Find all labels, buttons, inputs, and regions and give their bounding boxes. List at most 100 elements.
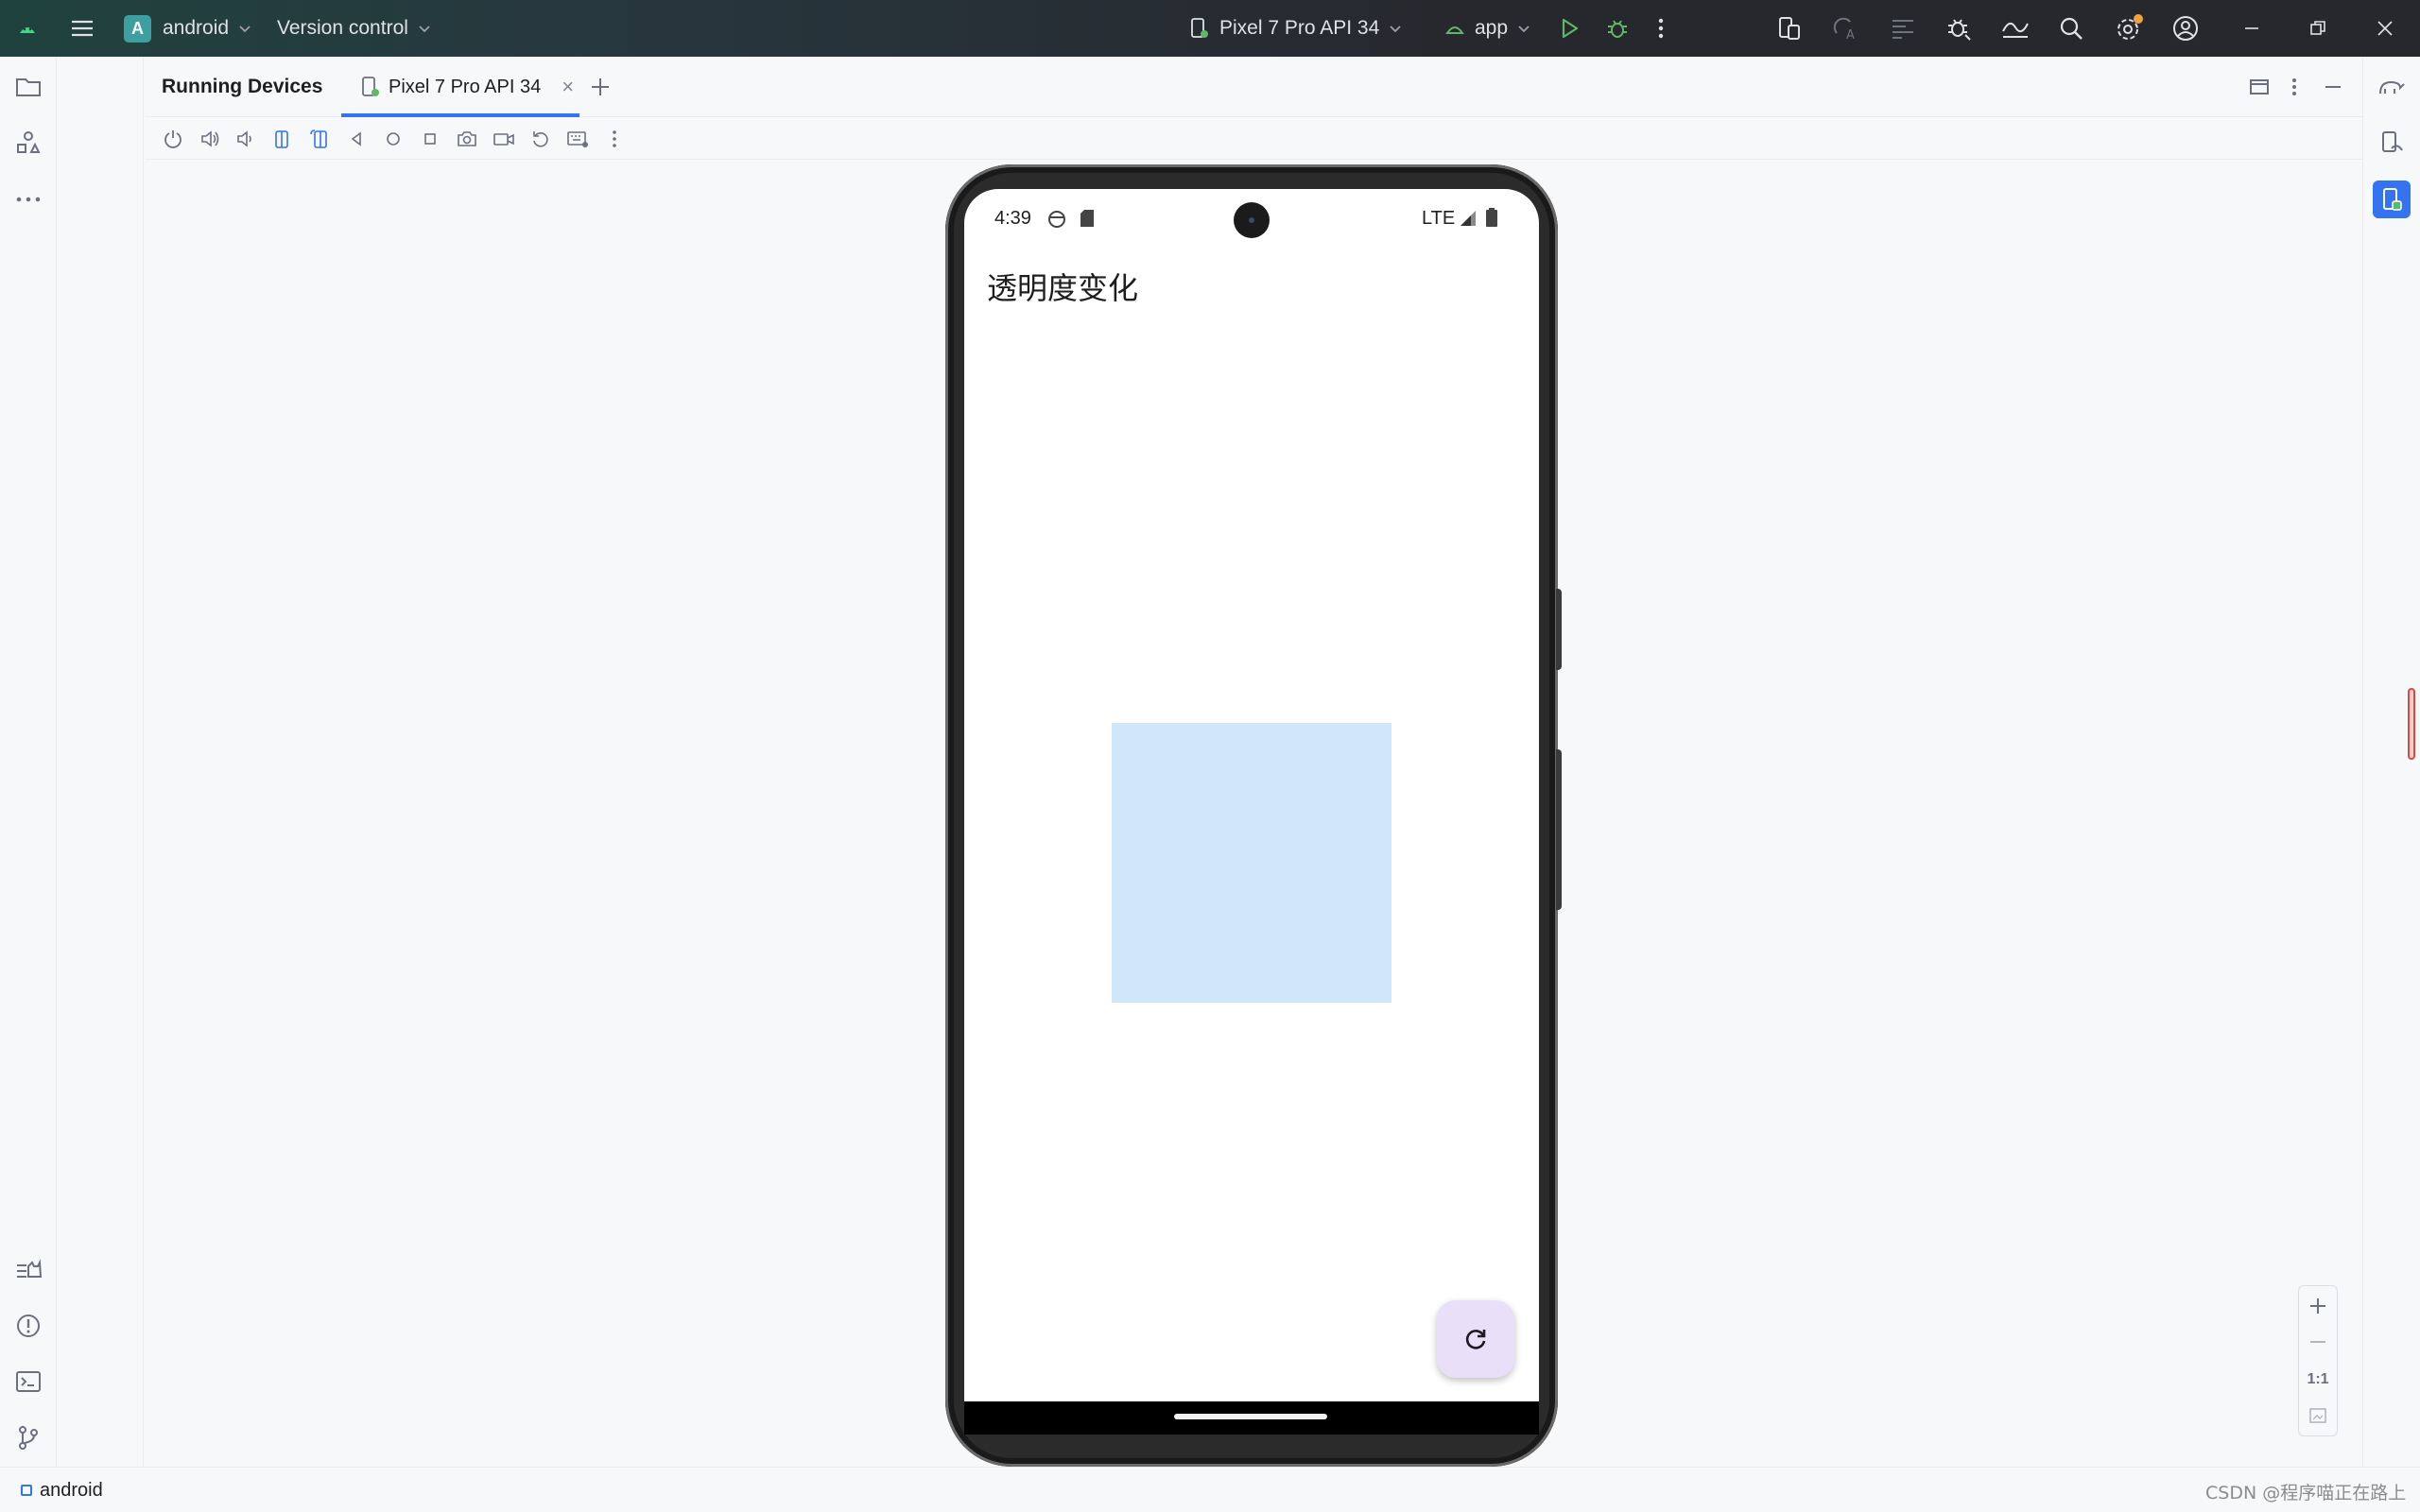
version-control-icon[interactable] [9, 1418, 47, 1456]
zoom-out-icon[interactable] [2299, 1324, 2337, 1360]
refresh-fab[interactable] [1437, 1300, 1514, 1378]
app-title: 透明度变化 [987, 270, 1139, 306]
more-actions-icon[interactable] [1657, 0, 1665, 57]
device-file-explorer-icon[interactable] [2373, 124, 2411, 162]
volume-rocker [1556, 749, 1562, 910]
android-status-bar: 4:39 LTE [964, 189, 1539, 249]
right-tool-strip [2362, 57, 2420, 1467]
logcat-icon[interactable] [9, 1251, 47, 1289]
run-button[interactable] [1557, 0, 1582, 57]
version-control-menu[interactable]: Version control [277, 0, 431, 57]
zoom-actual-size-button[interactable]: 1:1 [2299, 1362, 2337, 1398]
running-devices-header: Running Devices Pixel 7 Pro API 34 × [145, 57, 2362, 117]
refresh-icon [1465, 1330, 1486, 1349]
battery-icon [1486, 208, 1497, 227]
csdn-watermark: CSDN @程序喵正在路上 [2205, 1483, 2407, 1503]
device-selector-label: Pixel 7 Pro API 34 [1219, 17, 1380, 39]
attach-debugger-icon[interactable] [1945, 0, 1973, 57]
rotate-right-icon[interactable] [308, 128, 331, 150]
project-selector[interactable]: A android [124, 0, 251, 57]
tab-label: Pixel 7 Pro API 34 [389, 76, 542, 97]
minimize-window-icon[interactable] [2242, 0, 2261, 57]
play-icon [1562, 18, 1579, 39]
notification-face-icon [1048, 211, 1065, 228]
gradle-elephant-icon[interactable] [2373, 68, 2411, 106]
terminal-icon[interactable] [9, 1363, 47, 1400]
volume-down-icon[interactable] [234, 128, 257, 150]
zoom-fit-icon[interactable] [2299, 1398, 2337, 1434]
device-manager-icon[interactable] [1775, 0, 1804, 57]
status-project-name: android [40, 1479, 103, 1501]
profiler-icon[interactable] [2000, 0, 2031, 57]
rotate-left-icon[interactable] [271, 128, 294, 150]
hide-tool-window-icon[interactable] [2322, 76, 2344, 103]
project-badge: A [124, 14, 151, 43]
keyboard-icon[interactable] [566, 128, 589, 150]
main-menu-icon[interactable] [68, 0, 96, 57]
apply-changes-icon: A [1831, 0, 1859, 57]
editor-gutter [57, 57, 144, 1467]
network-type: LTE [1422, 208, 1456, 229]
run-config-label: app [1475, 17, 1509, 39]
ide-status-bar: android [0, 1467, 2420, 1512]
problems-icon[interactable] [9, 1307, 47, 1345]
resource-manager-icon[interactable] [9, 124, 47, 162]
signal-icon [1461, 211, 1476, 226]
screen-record-icon[interactable] [493, 128, 515, 150]
add-device-tab-icon[interactable] [589, 76, 612, 103]
svg-text:A: A [1846, 28, 1855, 43]
chevron-down-icon [1518, 26, 1530, 33]
android-studio-logo-icon [15, 0, 40, 57]
gesture-nav-bar [964, 1401, 1539, 1435]
emulator-toolbar [145, 118, 2362, 160]
screenshot-icon[interactable] [456, 128, 478, 150]
restore-window-icon[interactable] [2308, 0, 2327, 57]
run-config-selector[interactable]: app [1444, 0, 1530, 57]
status-project-breadcrumb[interactable]: android [21, 1468, 103, 1512]
settings-gear-icon[interactable] [2114, 0, 2144, 57]
android-studio-window: A android Version control Pixel 7 Pro AP… [0, 0, 2420, 1512]
close-window-icon[interactable] [2376, 0, 2394, 57]
more-emulator-actions-icon[interactable] [603, 128, 626, 150]
project-name: android [163, 17, 230, 39]
running-devices-icon[interactable] [2373, 180, 2411, 218]
home-icon[interactable] [382, 128, 405, 150]
more-tool-windows-icon[interactable] [9, 180, 47, 218]
account-icon[interactable] [2171, 0, 2200, 57]
project-folder-icon[interactable] [9, 68, 47, 106]
module-square-icon [21, 1485, 32, 1496]
volume-up-icon[interactable] [199, 128, 221, 150]
apply-code-changes-icon [1889, 0, 1917, 57]
zoom-in-icon[interactable] [2299, 1288, 2337, 1324]
zoom-controls: 1:1 [2298, 1285, 2338, 1436]
title-bar: A android Version control Pixel 7 Pro AP… [0, 0, 2420, 57]
memory-indicator [2408, 688, 2415, 760]
android-icon [1445, 26, 1464, 34]
bug-icon [1608, 20, 1627, 38]
version-control-label: Version control [277, 17, 408, 39]
window-options-icon[interactable] [2248, 76, 2271, 103]
close-tab-icon[interactable]: × [562, 75, 574, 99]
device-icon [1191, 18, 1208, 38]
tool-window-title: Running Devices [162, 76, 323, 97]
device-selector[interactable]: Pixel 7 Pro API 34 [1189, 0, 1402, 57]
back-icon[interactable] [345, 128, 368, 150]
chevron-down-icon [239, 26, 251, 33]
chevron-down-icon [1390, 26, 1401, 33]
search-icon[interactable] [2057, 0, 2085, 57]
device-icon [362, 77, 379, 96]
active-tab-indicator [341, 113, 579, 117]
power-button [1556, 589, 1562, 670]
status-time: 4:39 [994, 208, 1031, 229]
home-gesture-handle[interactable] [1174, 1414, 1327, 1419]
more-options-icon[interactable] [2290, 76, 2298, 103]
device-screen[interactable]: 4:39 LTE 透明度变化 [964, 189, 1539, 1435]
tab-device[interactable]: Pixel 7 Pro API 34 × [341, 57, 579, 117]
debug-button[interactable] [1605, 0, 1630, 57]
front-camera [1234, 202, 1270, 238]
power-icon[interactable] [162, 128, 184, 150]
overview-icon[interactable] [419, 128, 441, 150]
reset-icon[interactable] [529, 128, 552, 150]
alpha-animated-box [1112, 723, 1392, 1003]
chevron-down-icon [419, 26, 430, 33]
